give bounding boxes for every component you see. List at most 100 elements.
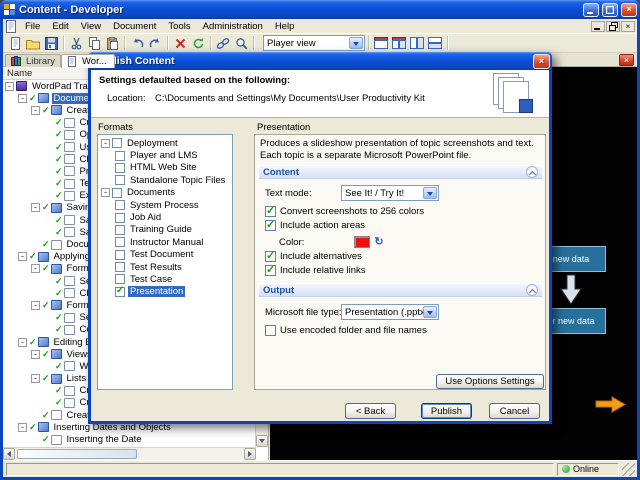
format-checkbox[interactable] [112,138,122,149]
undo-button[interactable] [128,35,146,52]
use-options-settings-button[interactable]: Use Options Settings [436,374,544,389]
tree-expander[interactable]: - [18,422,27,432]
checkbox[interactable]: ✓ [265,250,276,262]
maximize-button[interactable] [602,2,618,17]
include-action-areas-checkbox[interactable]: ✓ Include action areas [265,219,365,231]
format-item[interactable]: Test Case [98,273,232,285]
chevron-down-icon[interactable] [423,306,437,318]
menu-item-file[interactable]: File [19,19,46,33]
document-close-button[interactable]: × [619,54,634,66]
scrollbar-thumb[interactable] [17,449,137,459]
scroll-right-button[interactable] [244,448,256,460]
format-checkbox[interactable] [115,249,125,260]
format-expander[interactable]: - [101,138,110,148]
format-item[interactable]: Test Results [98,261,232,273]
mdi-minimize-button[interactable] [591,20,605,32]
format-item[interactable]: Standalone Topic Files [98,174,232,186]
file-type-select[interactable]: Presentation (.pptx) [341,304,439,320]
cancel-button[interactable]: Cancel [489,403,540,419]
tree-expander[interactable]: - [31,349,40,359]
include-alternatives-checkbox[interactable]: ✓ Include alternatives [265,250,362,262]
menu-item-tools[interactable]: Tools [162,19,196,33]
reset-color-icon[interactable]: ↻ [374,236,383,248]
refresh-button[interactable] [189,35,207,52]
format-checkbox[interactable] [115,237,125,248]
resize-grip[interactable] [622,462,635,476]
format-checkbox[interactable] [115,150,125,161]
open-button[interactable] [24,35,42,52]
tree-expander[interactable]: - [31,105,40,115]
tab-outline[interactable]: Wor... [61,54,115,68]
mdi-close-button[interactable]: × [621,20,635,32]
format-item[interactable]: Job Aid [98,211,232,223]
menu-item-document[interactable]: Document [107,19,162,33]
mdi-restore-button[interactable] [606,20,620,32]
layout-rows-button[interactable] [426,35,444,52]
layout-player-button[interactable] [372,35,390,52]
cut-button[interactable] [67,35,85,52]
format-checkbox[interactable] [115,175,125,186]
tree-expander[interactable]: - [31,374,40,384]
chevron-down-icon[interactable] [423,187,437,199]
layout-split-button[interactable] [390,35,408,52]
find-button[interactable] [232,35,250,52]
save-button[interactable] [42,35,60,52]
format-checkbox[interactable] [115,212,125,223]
format-checkbox[interactable]: ✓ [115,286,125,297]
format-checkbox[interactable] [112,187,122,198]
format-item[interactable]: Test Document [98,249,232,261]
format-item[interactable]: Instructor Manual [98,236,232,248]
checkbox[interactable]: ✓ [265,325,276,336]
format-item[interactable]: ✓ Presentation [98,286,232,298]
dialog-close-button[interactable]: × [533,53,550,69]
format-checkbox[interactable] [115,262,125,273]
layout-columns-button[interactable] [408,35,426,52]
format-item[interactable]: HTML Web Site [98,162,232,174]
format-checkbox[interactable] [115,224,125,235]
color-swatch[interactable] [354,236,371,248]
copy-button[interactable] [85,35,103,52]
tree-expander[interactable]: - [18,337,27,347]
menu-item-edit[interactable]: Edit [46,19,74,33]
scroll-left-button[interactable] [3,448,15,460]
link-button[interactable] [214,35,232,52]
format-item[interactable]: Training Guide [98,224,232,236]
tree-expander[interactable]: - [31,300,40,310]
tree-item[interactable]: ✓ Inserting the Date [3,433,256,445]
checkbox[interactable]: ✓ [265,219,276,231]
collapse-chevron-icon[interactable] [526,284,538,296]
tab-library[interactable]: Library [5,54,62,67]
format-expander[interactable]: - [101,188,110,198]
close-button[interactable]: × [621,2,637,17]
include-relative-links-checkbox[interactable]: ✓ Include relative links [265,264,366,276]
view-select[interactable]: Player view [263,35,365,51]
format-checkbox[interactable] [115,274,125,285]
convert-colors-checkbox[interactable]: ✓ Convert screenshots to 256 colors [265,205,424,217]
content-section-header[interactable]: Content [258,165,543,179]
format-item[interactable]: System Process [98,199,232,211]
paste-button[interactable] [103,35,121,52]
menu-item-administration[interactable]: Administration [197,19,269,33]
collapse-chevron-icon[interactable] [526,166,538,178]
text-mode-select[interactable]: See It! / Try It! [341,185,439,201]
tree-expander[interactable]: - [31,264,40,274]
menu-item-help[interactable]: Help [269,19,301,33]
format-item[interactable]: - Deployment [98,137,232,149]
format-checkbox[interactable] [115,162,125,173]
back-button[interactable]: < Back [345,403,396,419]
tree-expander[interactable]: - [31,203,40,213]
publish-button[interactable]: Publish [421,403,472,419]
format-checkbox[interactable] [115,200,125,211]
delete-button[interactable] [171,35,189,52]
checkbox[interactable]: ✓ [265,205,276,217]
format-item[interactable]: - Documents [98,187,232,199]
new-document-button[interactable] [6,35,24,52]
tree-expander[interactable]: - [5,81,14,91]
output-section-header[interactable]: Output [258,283,543,297]
checkbox[interactable]: ✓ [265,264,276,276]
redo-button[interactable] [146,35,164,52]
menu-item-view[interactable]: View [75,19,107,33]
chevron-down-icon[interactable] [349,37,363,49]
tree-expander[interactable]: - [18,93,27,103]
scroll-down-button[interactable] [256,435,268,447]
